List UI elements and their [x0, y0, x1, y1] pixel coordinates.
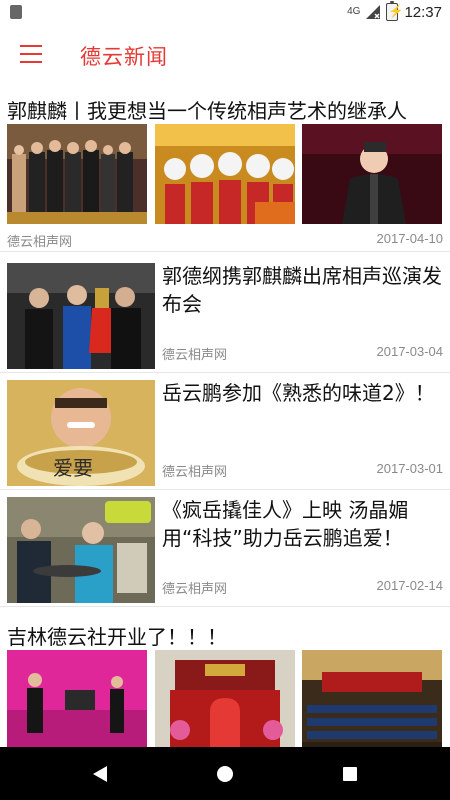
news-item[interactable]: 郭麒麟丨我更想当一个传统相声艺术的继承人 德云相声网 2017-04-10: [0, 86, 450, 252]
news-item[interactable]: 郭德纲携郭麒麟出席相声巡演发布会 德云相声网 2017-03-04: [0, 256, 450, 373]
network-type: 4G: [347, 6, 361, 17]
news-image: [154, 124, 296, 224]
news-title: 岳云鹏参加《熟悉的味道2》！: [162, 381, 435, 405]
news-image: [7, 650, 148, 747]
news-source: 德云相声网: [162, 348, 228, 363]
news-image: [7, 497, 155, 603]
news-source: 德云相声网: [162, 465, 228, 480]
app-bar: 德云新闻: [0, 24, 450, 86]
news-date: 2017-02-14: [376, 578, 444, 593]
back-icon[interactable]: [87, 761, 113, 787]
system-nav-bar: [0, 747, 450, 800]
news-image: [302, 124, 443, 224]
news-list: 郭麒麟丨我更想当一个传统相声艺术的继承人 德云相声网 2017-04-10 郭德…: [0, 86, 450, 747]
news-item[interactable]: 《疯岳撬佳人》上映 汤晶媚用“科技”助力岳云鹏追爱！ 德云相声网 2017-02…: [0, 490, 450, 607]
status-bar: 4G ⚡ 12:37: [0, 0, 450, 24]
news-date: 2017-04-10: [376, 231, 444, 246]
news-image: [302, 650, 443, 747]
news-date: 2017-03-04: [376, 344, 444, 359]
app-title: 德云新闻: [80, 45, 168, 69]
sd-card-icon: [10, 5, 22, 19]
news-date: 2017-03-01: [376, 461, 444, 476]
news-image: 爱要: [7, 380, 155, 486]
news-image: [7, 263, 155, 369]
news-item[interactable]: 吉林德云社开业了！！！: [0, 612, 450, 747]
home-icon[interactable]: [212, 761, 238, 787]
news-source: 德云相声网: [162, 582, 228, 597]
signal-icon: [366, 5, 381, 19]
news-image: [154, 650, 296, 747]
news-image: [7, 124, 148, 224]
news-title: 吉林德云社开业了！！！: [7, 625, 227, 649]
news-title: 郭麒麟丨我更想当一个传统相声艺术的继承人: [7, 99, 407, 123]
battery-icon: ⚡: [386, 1, 403, 21]
status-time: 12:37: [404, 3, 442, 21]
menu-icon[interactable]: [20, 45, 42, 63]
news-title: 郭德纲携郭麒麟出席相声巡演发布会: [162, 264, 442, 316]
news-source: 德云相声网: [7, 235, 73, 250]
news-title: 《疯岳撬佳人》上映 汤晶媚用“科技”助力岳云鹏追爱！: [162, 498, 409, 550]
news-item[interactable]: 爱要 岳云鹏参加《熟悉的味道2》！ 德云相声网 2017-03-01: [0, 373, 450, 490]
recent-apps-icon[interactable]: [337, 761, 363, 787]
image-caption-text: 爱要: [53, 456, 93, 480]
